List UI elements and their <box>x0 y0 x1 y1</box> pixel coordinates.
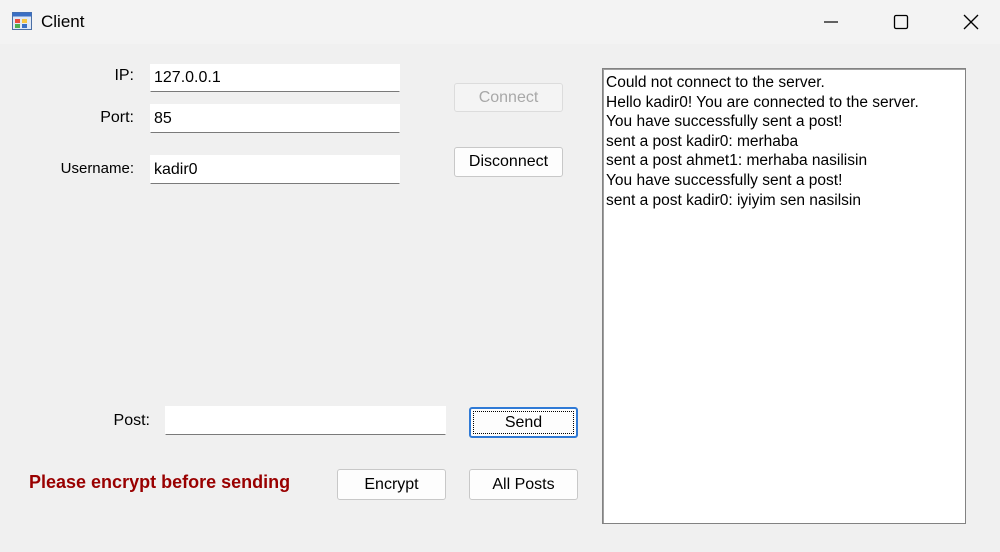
post-input[interactable] <box>165 406 446 435</box>
maximize-icon <box>893 14 909 30</box>
port-input[interactable] <box>150 104 400 133</box>
encrypt-button[interactable]: Encrypt <box>337 469 446 500</box>
app-window-icon <box>12 12 32 30</box>
close-button[interactable] <box>936 0 1000 44</box>
username-label: Username: <box>60 160 134 177</box>
minimize-icon <box>824 21 838 23</box>
ip-label: IP: <box>114 67 134 84</box>
minimize-button[interactable] <box>796 0 866 44</box>
log-line: sent a post kadir0: iyiyim sen nasilsin <box>606 191 862 209</box>
username-input[interactable] <box>150 155 400 184</box>
server-log[interactable]: Could not connect to the server. Hello k… <box>602 68 966 524</box>
log-line: You have successfully sent a post! <box>606 113 843 131</box>
log-line: Could not connect to the server. <box>606 74 825 91</box>
log-line: You have successfully sent a post! <box>606 171 843 189</box>
ip-input[interactable] <box>150 64 400 92</box>
send-button[interactable]: Send <box>469 407 578 438</box>
log-line: sent a post ahmet1: merhaba nasilisin <box>606 152 868 170</box>
window-title: Client <box>41 12 85 31</box>
log-line: Hello kadir0! You are connected to the s… <box>606 93 919 111</box>
log-line: sent a post kadir0: merhaba <box>606 132 799 150</box>
title-bar: Client <box>0 0 1000 44</box>
connect-button[interactable]: Connect <box>454 83 563 112</box>
close-icon <box>963 14 979 30</box>
focus-rectangle <box>473 411 574 434</box>
port-label: Port: <box>100 109 134 126</box>
encrypt-warning: Please encrypt before sending <box>29 472 291 492</box>
post-label: Post: <box>113 412 150 429</box>
disconnect-button[interactable]: Disconnect <box>454 147 563 177</box>
all-posts-button[interactable]: All Posts <box>469 469 578 500</box>
maximize-button[interactable] <box>866 0 936 44</box>
